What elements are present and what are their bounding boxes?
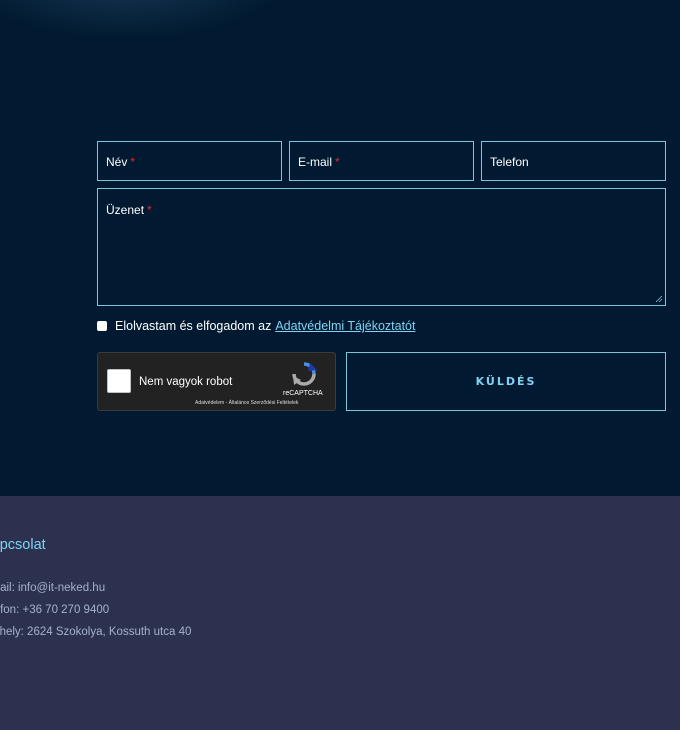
required-mark: * (130, 155, 136, 169)
recaptcha-brand: reCAPTCHA (283, 390, 323, 397)
consent-text: Elolvastam és elfogadom az (115, 319, 272, 333)
email-input[interactable]: E-mail * (289, 141, 474, 181)
footer-phone[interactable]: Telefon: +36 70 270 9400 (0, 604, 109, 616)
message-textarea[interactable]: Üzenet * (97, 188, 666, 306)
phone-label: Telefon (490, 155, 529, 169)
required-mark: * (335, 155, 340, 169)
footer-email[interactable]: E-mail: info@it-neked.hu (0, 582, 105, 594)
submit-button[interactable]: KÜLDÉS (346, 352, 666, 411)
message-label: Üzenet * (106, 203, 152, 217)
name-label: Név * (106, 155, 136, 169)
email-label: E-mail * (298, 155, 340, 169)
recaptcha-label: Nem vagyok robot (139, 376, 233, 388)
required-mark: * (147, 203, 152, 217)
consent-checkbox[interactable] (97, 321, 107, 331)
footer-title: Kapcsolat (0, 537, 46, 553)
recaptcha-checkbox[interactable] (107, 369, 131, 393)
footer: Kapcsolat E-mail: info@it-neked.hu Telef… (0, 496, 680, 730)
recaptcha-widget: Nem vagyok robot reCAPTCHA Adatvédelem -… (97, 352, 336, 411)
recaptcha-links[interactable]: Adatvédelem - Általános Szerződési Felté… (195, 400, 298, 406)
decorative-glow (0, 0, 290, 40)
recaptcha-logo-icon (292, 362, 317, 386)
resize-handle-icon[interactable] (655, 295, 663, 303)
phone-input[interactable]: Telefon (481, 141, 666, 181)
contact-section: Név * E-mail * Telefon Üzenet * Elolvastam … (0, 0, 680, 496)
consent-row: Elolvastam és elfogadom az Adatvédelmi T… (97, 319, 415, 333)
footer-address: Székhely: 2624 Szokolya, Kossuth utca 40 (0, 626, 192, 638)
privacy-policy-link[interactable]: Adatvédelmi Tájékoztatót (275, 319, 415, 333)
name-input[interactable]: Név * (97, 141, 282, 181)
